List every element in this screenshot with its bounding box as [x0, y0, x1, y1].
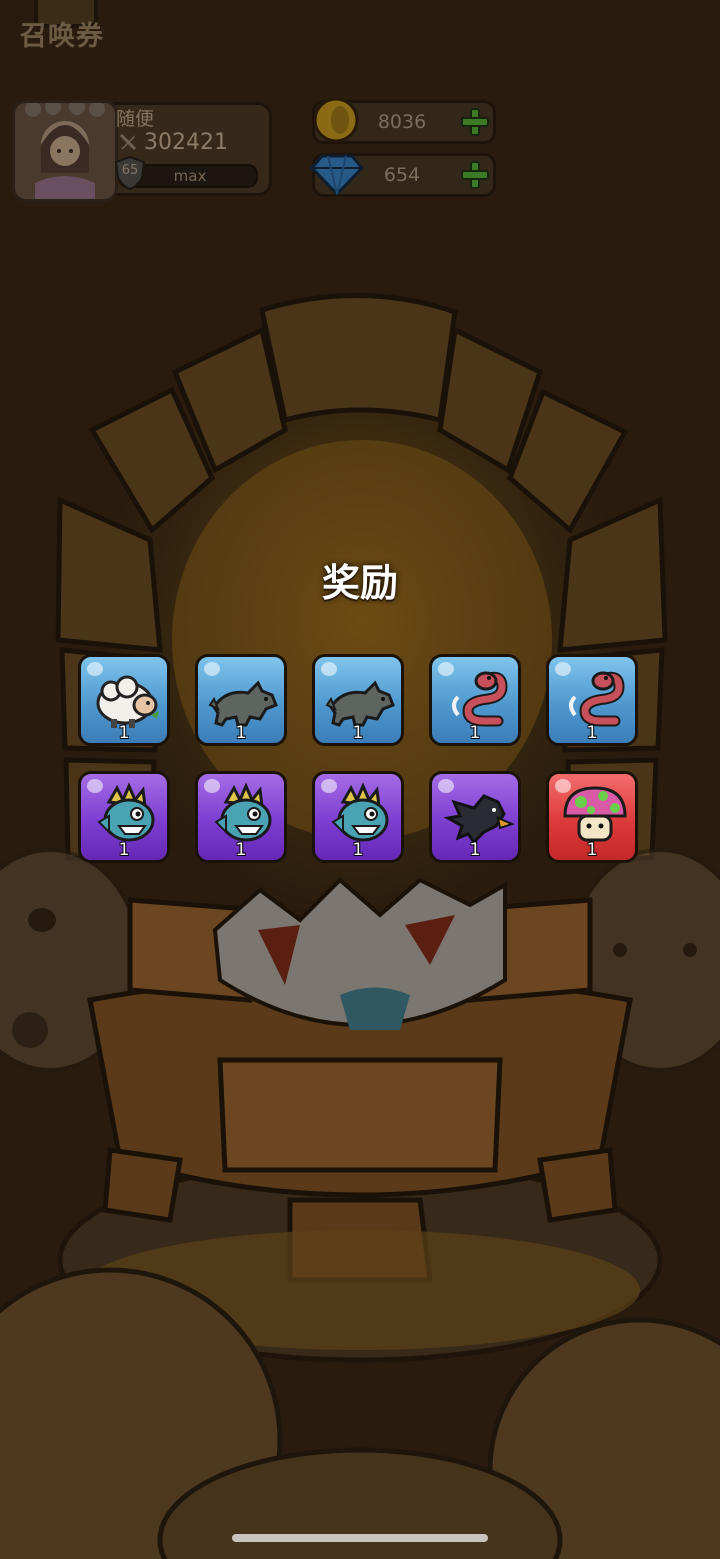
player-name: 随便 — [116, 108, 155, 130]
reward-item-snake[interactable]: 1 — [546, 654, 638, 746]
reward-title: 奖励 — [321, 561, 398, 605]
reward-count: 1 — [586, 840, 598, 860]
coin-amount: 8036 — [377, 111, 427, 133]
reward-count: 1 — [586, 723, 598, 743]
reward-count: 1 — [352, 723, 364, 743]
sheep-icon — [96, 675, 159, 728]
wolf-icon — [208, 680, 278, 727]
wolf-icon — [325, 680, 395, 727]
reward-item-fish-monster[interactable]: 1 — [78, 771, 170, 863]
reward-item-wolf[interactable]: 1 — [195, 654, 287, 746]
home-indicator[interactable] — [232, 1534, 488, 1542]
snake-icon — [569, 671, 625, 727]
avatar-portrait-icon — [15, 103, 115, 199]
sword-power-icon — [119, 133, 137, 151]
reward-count: 1 — [118, 723, 130, 743]
reward-item-fish-monster[interactable]: 1 — [195, 771, 287, 863]
avatar[interactable] — [12, 100, 118, 202]
reward-count: 1 — [118, 840, 130, 860]
add-gems-button[interactable] — [459, 159, 491, 191]
reward-count: 1 — [235, 723, 247, 743]
reward-item-sheep[interactable]: 1 — [78, 654, 170, 746]
add-coins-button[interactable] — [459, 106, 491, 138]
reward-count: 1 — [235, 840, 247, 860]
player-level: 65 — [121, 163, 139, 178]
reward-item-wolf[interactable]: 1 — [312, 654, 404, 746]
fish-monster-icon — [214, 782, 272, 842]
reward-item-crow[interactable]: 1 — [429, 771, 521, 863]
reward-count: 1 — [469, 840, 481, 860]
reward-count: 1 — [352, 840, 364, 860]
diamond-icon — [310, 154, 364, 196]
mushroom-icon — [563, 786, 627, 842]
reward-item-mushroom[interactable]: 1 — [546, 771, 638, 863]
snake-icon — [452, 671, 508, 727]
summon-ticket-label: 召唤券 — [20, 21, 104, 52]
reward-count: 1 — [469, 723, 481, 743]
summon-reward-screen[interactable]: 召唤券 随便 302421 max 65 8036 654 奖励 1 1 1 1… — [0, 0, 720, 1559]
fish-monster-icon — [97, 782, 155, 842]
gold-coin-icon — [313, 97, 359, 143]
reward-item-snake[interactable]: 1 — [429, 654, 521, 746]
crow-icon — [443, 794, 515, 845]
fish-monster-icon — [331, 782, 389, 842]
combat-power-value: 302421 — [144, 130, 228, 155]
reward-item-fish-monster[interactable]: 1 — [312, 771, 404, 863]
